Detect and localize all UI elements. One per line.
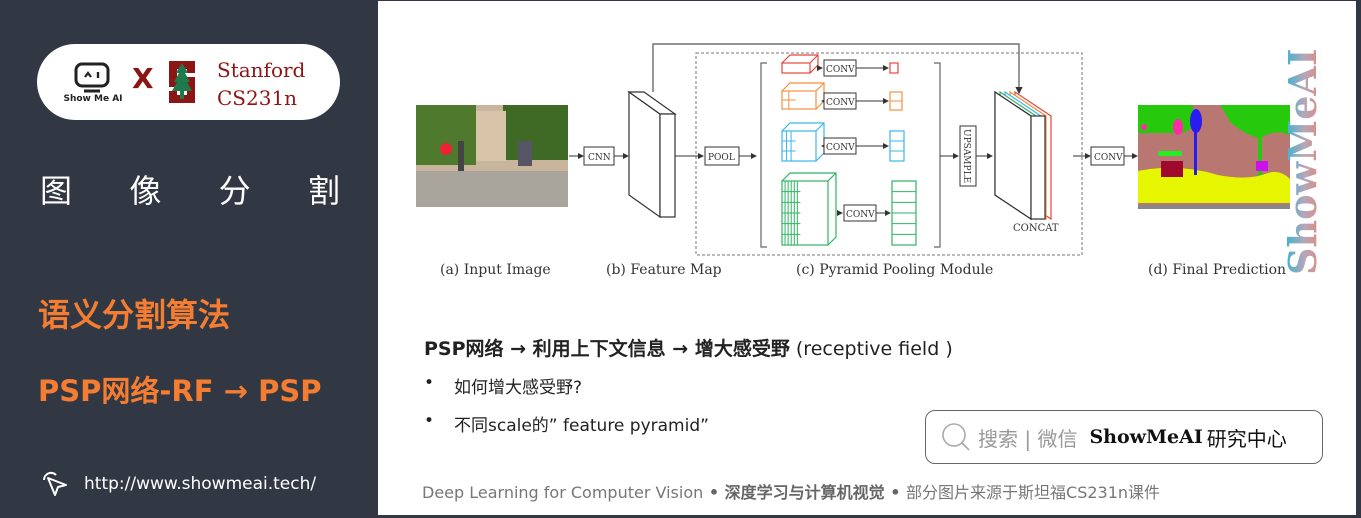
pyramid-levels: CONV CONV CONV CONV	[780, 54, 917, 246]
upsample-label: UPSAMPLE	[961, 129, 971, 183]
caption-final-prediction: (d) Final Prediction	[1148, 262, 1287, 278]
search-brand-suffix: 研究中心	[1206, 426, 1287, 451]
bullet-list: • 如何增大感受野? • 不同scale的” feature pyramid”	[424, 373, 709, 449]
section-title: 图 像 分 割	[40, 166, 340, 212]
subtopic-heading: PSP网络-RF → PSP	[38, 374, 322, 408]
showmeai-watermark: ShowMeAI	[1280, 48, 1325, 275]
bullet-item: • 不同scale的” feature pyramid”	[424, 411, 709, 449]
concat-block	[994, 90, 1052, 221]
feature-map-block	[627, 90, 677, 219]
input-image	[416, 105, 568, 207]
headline-english: (receptive field )	[789, 338, 953, 360]
bullet-marker: •	[424, 373, 435, 393]
sidebar: Show Me AI X Stanford CS231n 图 像 分 割 语义分…	[0, 0, 378, 518]
caption-feature-map: (b) Feature Map	[606, 262, 722, 278]
slide-footer: Deep Learning for Computer Vision • 深度学习…	[422, 479, 1160, 503]
caption-input-image: (a) Input Image	[440, 262, 551, 278]
stanford-logo-icon	[169, 61, 195, 103]
stanford-name: Stanford	[217, 58, 306, 82]
cursor-click-icon	[42, 471, 67, 496]
pyramid-level: CONV	[780, 54, 899, 77]
bullet-text: 不同scale的” feature pyramid”	[454, 416, 709, 436]
showmeai-logo-text: Show Me AI	[63, 94, 123, 104]
concat-side	[1030, 115, 1046, 220]
wechat-search-box[interactable]: 搜索 | 微信 ShowMeAI 研究中心	[925, 410, 1323, 464]
pyramid-conv-label: CONV	[826, 65, 855, 75]
pool-label: POOL	[708, 153, 735, 163]
final-prediction-map	[1138, 105, 1290, 209]
search-hint: 搜索 | 微信	[978, 426, 1078, 451]
footer-course-cn: 深度学习与计算机视觉	[724, 483, 885, 502]
pyramid-conv-label: CONV	[846, 210, 875, 220]
course-code: CS231n	[217, 86, 298, 110]
slide-panel: CNN POOL CONV CONV CONV CONV UPSAMPLE CO…	[378, 1, 1356, 515]
watermark-text: ShowMeAI	[1280, 48, 1325, 275]
search-icon	[942, 423, 970, 451]
final-conv-label: CONV	[1094, 153, 1123, 163]
headline-bold: PSP网络 → 利用上下文信息 → 增大感受野	[424, 338, 790, 360]
website-url[interactable]: http://www.showmeai.tech/	[84, 474, 316, 494]
section-title-char: 图	[40, 172, 73, 210]
logo-banner: Show Me AI X Stanford CS231n	[37, 44, 340, 120]
footer-separator: •	[703, 483, 725, 502]
pyramid-conv-label: CONV	[826, 98, 855, 108]
bullet-item: • 如何增大感受野?	[424, 373, 709, 411]
topic-heading: 语义分割算法	[38, 296, 231, 334]
collab-x: X	[132, 62, 154, 95]
search-brand: ShowMeAI	[1089, 426, 1203, 448]
caption-ppm: (c) Pyramid Pooling Module	[796, 262, 994, 278]
concat-label: CONCAT	[1013, 223, 1059, 234]
pyramid-level: CONV	[781, 122, 905, 162]
stanford-course: Stanford CS231n	[217, 56, 305, 112]
footer-course-en: Deep Learning for Computer Vision	[422, 483, 704, 502]
footer-separator: •	[884, 483, 907, 502]
section-title-char: 割	[307, 172, 340, 210]
website-link[interactable]: http://www.showmeai.tech/	[38, 468, 316, 500]
footer-source-note: 部分图片来源于斯坦福CS231n课件	[906, 483, 1161, 502]
pyramid-level: CONV	[781, 82, 903, 111]
pyramid-conv-label: CONV	[826, 143, 855, 153]
cnn-label: CNN	[588, 153, 611, 163]
slide-headline: PSP网络 → 利用上下文信息 → 增大感受野 (receptive field…	[424, 334, 953, 361]
section-title-char: 分	[218, 172, 251, 210]
bullet-text: 如何增大感受野?	[454, 378, 583, 398]
pspnet-diagram: CNN POOL CONV CONV CONV CONV UPSAMPLE CO…	[378, 1, 1356, 301]
pyramid-level: CONV	[781, 172, 917, 246]
bullet-marker: •	[424, 411, 435, 431]
section-title-char: 像	[129, 172, 162, 210]
pspnet-diagram-svg: CNN POOL CONV CONV CONV CONV UPSAMPLE CONCA…	[416, 43, 1290, 256]
